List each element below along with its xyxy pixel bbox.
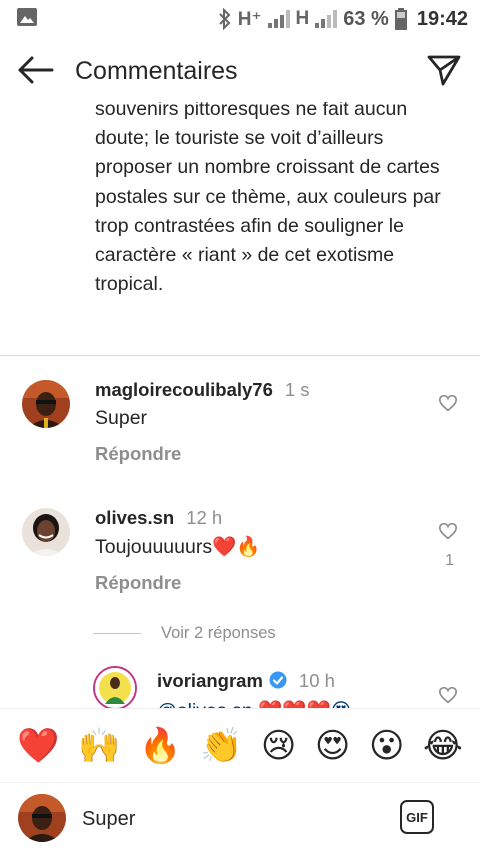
view-replies-label[interactable]: Voir 2 réponses <box>161 624 276 643</box>
comment-username[interactable]: olives.sn 12 h <box>95 507 222 529</box>
emoji-crying[interactable]: 😢 <box>261 726 296 766</box>
comment-list: magloirecoulibaly76 1 s Super Répondre ol… <box>0 356 480 708</box>
caption-container: souvenirs pittoresques ne fait aucun dou… <box>0 102 480 352</box>
reply-button[interactable]: Répondre <box>95 443 181 465</box>
signal-bars-1-icon <box>267 10 290 28</box>
username-text[interactable]: olives.sn <box>95 507 174 528</box>
back-arrow-icon[interactable] <box>16 54 56 86</box>
username-text[interactable]: magloirecoulibaly76 <box>95 379 273 400</box>
emoji-surprised[interactable]: 😮 <box>369 726 404 766</box>
clock: 19:42 <box>416 7 468 30</box>
avatar[interactable] <box>22 508 70 556</box>
emoji-laughing[interactable]: 😂 <box>423 726 463 766</box>
emoji-heart[interactable]: ❤️ <box>17 726 59 766</box>
comment-text: Super <box>95 407 148 429</box>
heart-outline-icon[interactable] <box>438 522 458 540</box>
like-count: 1 <box>445 552 454 569</box>
network-type-2: H <box>295 8 310 29</box>
comment-username[interactable]: ivoriangram 10 h <box>157 670 335 692</box>
status-bar: H⁺ H 63 % 19:42 <box>0 0 480 38</box>
gif-button[interactable]: GIF <box>400 800 434 834</box>
comment-time: 10 h <box>298 670 335 691</box>
comment-input[interactable] <box>82 806 372 832</box>
verified-badge-icon <box>269 671 287 689</box>
comment-time: 12 h <box>186 507 223 528</box>
view-replies-line <box>93 632 141 634</box>
page-title: Commentaires <box>75 57 238 85</box>
view-replies-button[interactable]: Voir 2 réponses <box>93 623 276 643</box>
comment-composer: GIF <box>0 784 480 854</box>
username-text[interactable]: ivoriangram <box>157 670 263 691</box>
avatar-story-ring[interactable] <box>93 666 137 708</box>
battery-percent: 63 % <box>343 7 389 30</box>
status-indicators: H⁺ H 63 % 19:42 <box>218 6 468 32</box>
emoji-clapping[interactable]: 👏 <box>200 726 242 766</box>
reply-button[interactable]: Répondre <box>95 572 181 594</box>
battery-icon <box>394 8 407 30</box>
post-caption: souvenirs pittoresques ne fait aucun dou… <box>95 102 441 296</box>
comment-username[interactable]: magloirecoulibaly76 1 s <box>95 379 310 401</box>
network-type-1: H⁺ <box>237 8 262 30</box>
avatar[interactable] <box>22 380 70 428</box>
emoji-reaction-bar: ❤️ 🙌 🔥 👏 😢 😍 😮 😂 <box>0 708 480 783</box>
emoji-heart-eyes[interactable]: 😍 <box>315 726 350 766</box>
bluetooth-icon <box>219 8 231 30</box>
send-icon[interactable] <box>426 52 462 88</box>
comment-text: @olives.sn ❤️❤️❤️😍 <box>157 699 351 708</box>
heart-outline-icon[interactable] <box>438 394 458 412</box>
heart-outline-icon[interactable] <box>438 686 458 704</box>
comment-time: 1 s <box>284 379 310 400</box>
signal-bars-2-icon <box>315 10 338 28</box>
own-avatar <box>18 794 66 842</box>
emoji-fire[interactable]: 🔥 <box>139 726 181 766</box>
header: Commentaires <box>0 38 480 102</box>
emoji-raised-hands[interactable]: 🙌 <box>78 726 120 766</box>
gallery-icon <box>17 8 37 26</box>
comment-text: Toujouuuuurs❤️🔥 <box>95 536 261 558</box>
